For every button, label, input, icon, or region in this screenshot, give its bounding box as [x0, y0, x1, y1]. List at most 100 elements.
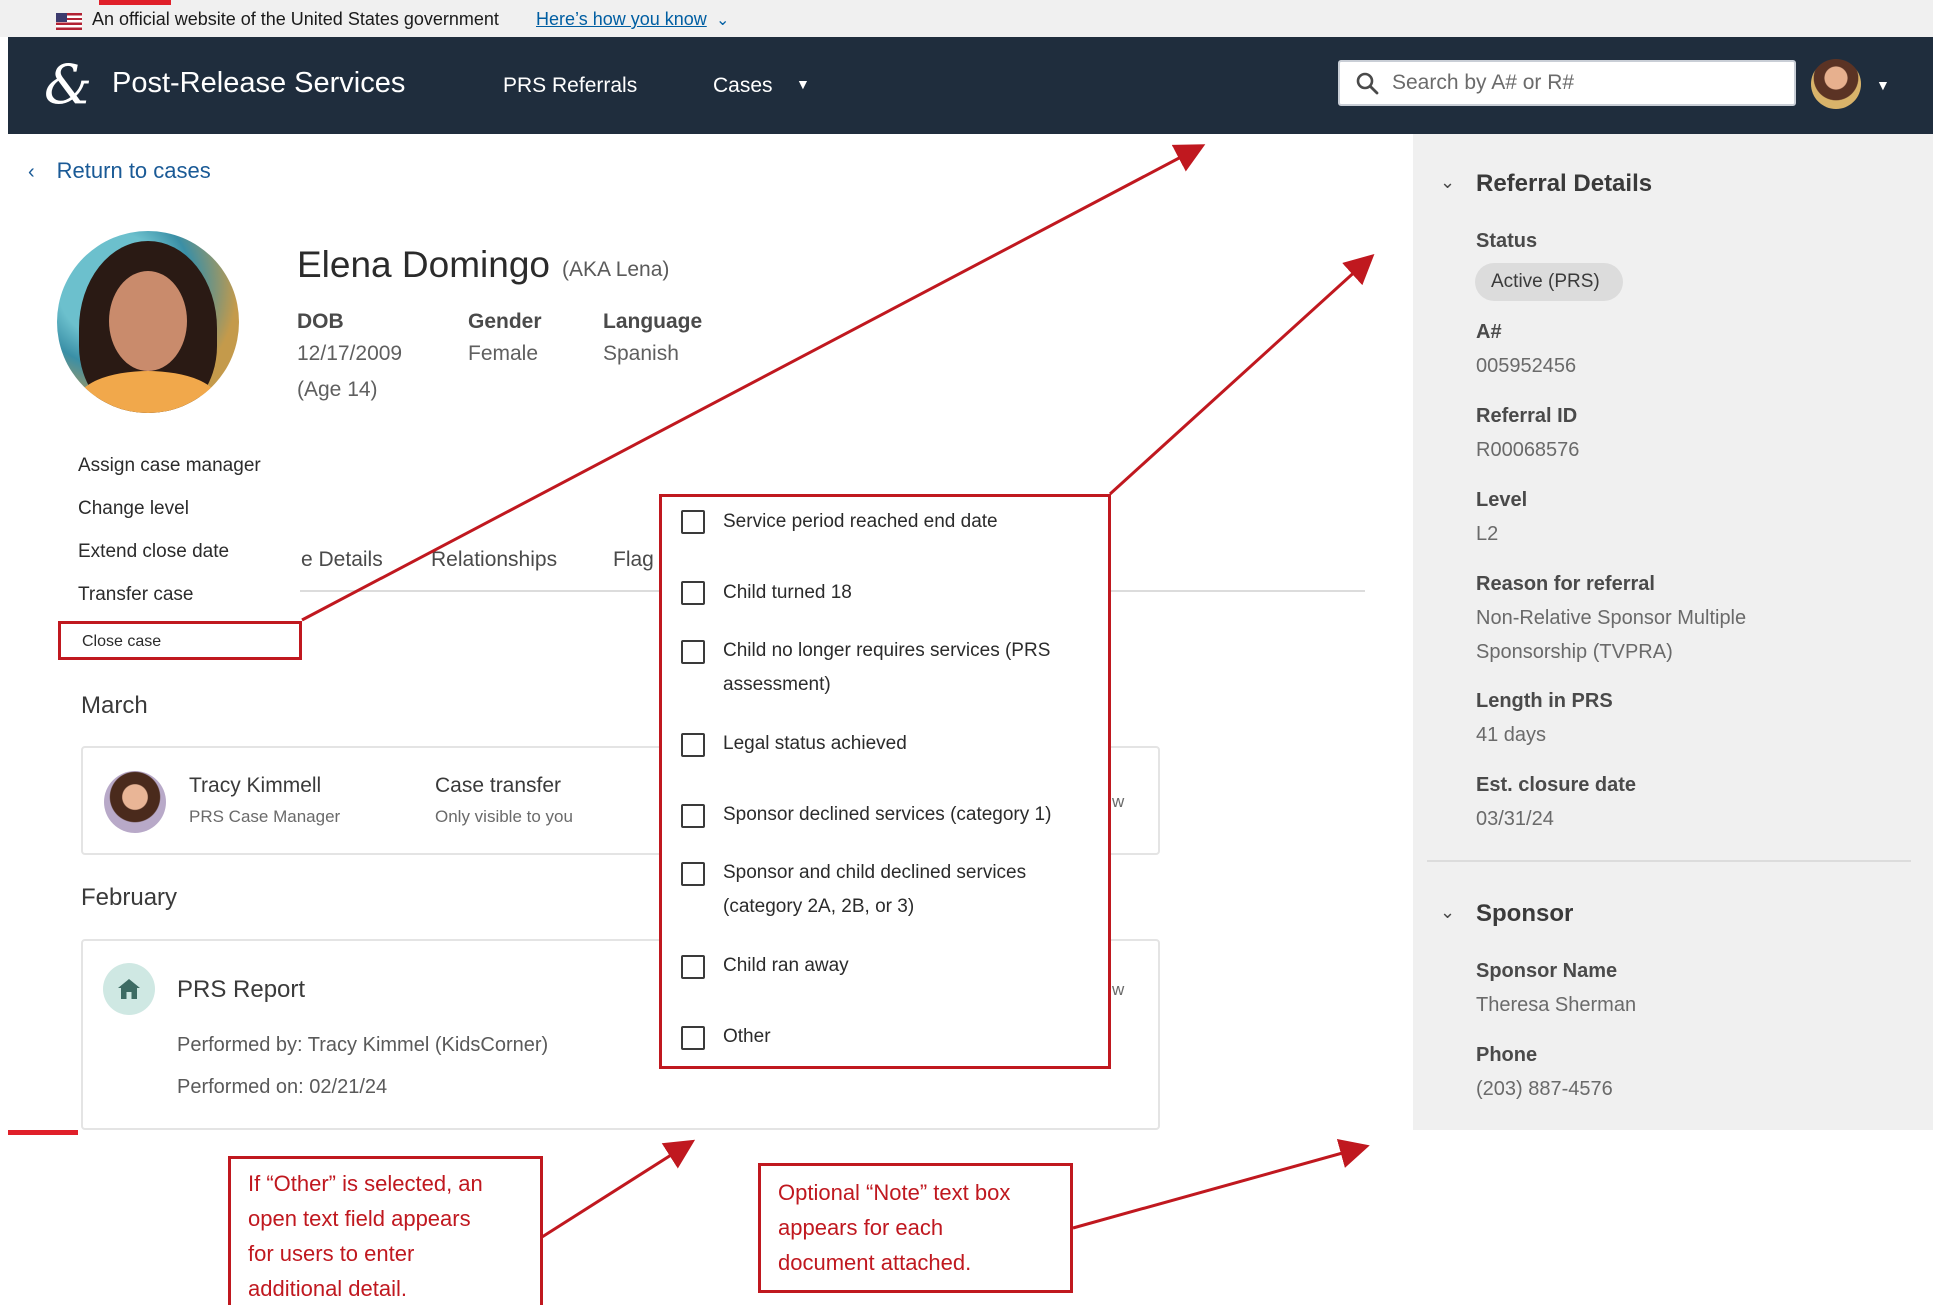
- checkbox-legal-status[interactable]: [681, 733, 705, 757]
- cases-dropdown-caret-icon[interactable]: ▼: [796, 76, 810, 92]
- user-menu-caret-icon[interactable]: ▼: [1876, 77, 1890, 93]
- report-card-partial-text: w: [1112, 980, 1125, 999]
- tab-relationships[interactable]: Relationships: [431, 548, 557, 572]
- sponsor-name-value: Theresa Sherman: [1476, 994, 1637, 1016]
- length-in-prs-value: 41 days: [1476, 724, 1547, 746]
- activity-event-title: Case transfer: [435, 774, 562, 797]
- arrow-checklist-to-sidebar: [1108, 253, 1375, 496]
- menu-transfer-case[interactable]: Transfer case: [78, 584, 193, 606]
- tab-flags[interactable]: Flag: [613, 548, 654, 572]
- referral-details-title[interactable]: Referral Details: [1476, 170, 1652, 198]
- gov-banner-text: An official website of the United States…: [92, 9, 499, 29]
- age-value: (Age 14): [297, 378, 378, 401]
- referral-details-chevron-icon[interactable]: ⌄: [1440, 172, 1455, 193]
- level-value: L2: [1476, 523, 1499, 545]
- report-performed-by: Performed by: Tracy Kimmel (KidsCorner): [177, 1034, 549, 1056]
- arrow-note-box-to-sidebar: [1072, 1138, 1370, 1230]
- annotation-other-line3: for users to enter: [248, 1241, 415, 1266]
- dob-label: DOB: [297, 310, 344, 333]
- arrow-other-note-to-checklist: [541, 1139, 696, 1239]
- return-to-cases-label: Return to cases: [56, 158, 211, 183]
- search-box[interactable]: [1338, 60, 1796, 106]
- annotation-other-line2: open text field appears: [248, 1206, 471, 1231]
- menu-change-level[interactable]: Change level: [78, 498, 189, 520]
- app-title[interactable]: Post-Release Services: [112, 67, 405, 100]
- return-to-cases-link[interactable]: ‹ Return to cases: [28, 158, 211, 184]
- annotation-note-line2: appears for each: [778, 1215, 944, 1240]
- sponsor-name-label: Sponsor Name: [1476, 960, 1618, 982]
- checkbox-sponsor-declined[interactable]: [681, 804, 705, 828]
- sponsor-title[interactable]: Sponsor: [1476, 900, 1573, 928]
- gender-value: Female: [468, 342, 539, 365]
- status-label: Status: [1476, 230, 1538, 252]
- menu-assign-case-manager[interactable]: Assign case manager: [78, 455, 261, 477]
- phone-label: Phone: [1476, 1044, 1538, 1066]
- checkbox-service-period[interactable]: [681, 510, 705, 534]
- referral-id-label: Referral ID: [1476, 405, 1578, 427]
- annotation-note-line1: Optional “Note” text box: [778, 1180, 1011, 1205]
- language-value: Spanish: [603, 342, 679, 365]
- reason-sponsor-child-declined-line2: (category 2A, 2B, or 3): [723, 896, 915, 917]
- gov-banner: An official website of the United States…: [0, 0, 1933, 37]
- report-title: PRS Report: [177, 976, 306, 1003]
- status-badge-text: Active (PRS): [1491, 271, 1600, 292]
- house-icon: [118, 979, 140, 999]
- search-input[interactable]: [1392, 62, 1782, 104]
- gender-label: Gender: [468, 310, 542, 333]
- checkbox-no-longer-requires[interactable]: [681, 640, 705, 664]
- menu-extend-close-date[interactable]: Extend close date: [78, 541, 229, 563]
- reason-value-line2: Sponsorship (TVPRA): [1476, 641, 1673, 663]
- checkbox-child-turned-18[interactable]: [681, 581, 705, 605]
- dob-value: 12/17/2009: [297, 342, 403, 365]
- chevron-down-icon[interactable]: ⌄: [716, 10, 729, 30]
- level-label: Level: [1476, 489, 1528, 511]
- reason-sponsor-child-declined: Sponsor and child declined services: [723, 862, 1027, 883]
- length-in-prs-label: Length in PRS: [1476, 690, 1613, 712]
- referral-id-value: R00068576: [1476, 439, 1580, 461]
- case-manager-avatar: [104, 771, 166, 833]
- annotation-other-line1: If “Other” is selected, an: [248, 1171, 483, 1196]
- reason-legal-status: Legal status achieved: [723, 733, 907, 754]
- reason-no-longer-requires: Child no longer requires services (PRS: [723, 640, 1051, 661]
- client-aka: (AKA Lena): [562, 258, 670, 281]
- checkbox-sponsor-child-declined[interactable]: [681, 862, 705, 886]
- a-number-label: A#: [1476, 321, 1502, 343]
- checkbox-other[interactable]: [681, 1026, 705, 1050]
- profile-photo: [57, 231, 239, 413]
- logo-icon[interactable]: &: [44, 58, 92, 112]
- reason-label: Reason for referral: [1476, 573, 1655, 595]
- reason-child-ran-away: Child ran away: [723, 955, 849, 976]
- tab-case-details[interactable]: e Details: [301, 548, 383, 572]
- annotation-marker-top: [99, 0, 171, 5]
- menu-close-case[interactable]: Close case: [82, 633, 161, 651]
- phone-value: (203) 887-4576: [1476, 1078, 1613, 1100]
- chevron-left-icon: ‹: [28, 161, 35, 183]
- month-heading-february: February: [81, 884, 178, 911]
- house-icon-badge: [103, 963, 155, 1015]
- reason-other: Other: [723, 1026, 771, 1047]
- checkbox-child-ran-away[interactable]: [681, 955, 705, 979]
- search-icon: [1356, 72, 1379, 95]
- est-closure-value: 03/31/24: [1476, 808, 1554, 830]
- sponsor-chevron-icon[interactable]: ⌄: [1440, 902, 1455, 923]
- annotation-note-line3: document attached.: [778, 1250, 972, 1275]
- app-header: & Post-Release Services PRS Referrals Ca…: [8, 37, 1933, 134]
- activity-visibility: Only visible to you: [435, 807, 573, 826]
- us-flag-icon: [56, 13, 82, 30]
- annotation-marker-bottom: [8, 1130, 78, 1135]
- est-closure-label: Est. closure date: [1476, 774, 1637, 796]
- reason-child-turned-18: Child turned 18: [723, 582, 852, 603]
- report-performed-on: Performed on: 02/21/24: [177, 1076, 388, 1098]
- heres-how-you-know-link[interactable]: Here’s how you know: [536, 9, 707, 30]
- client-name: Elena Domingo: [297, 244, 550, 285]
- nav-prs-referrals[interactable]: PRS Referrals: [503, 74, 637, 98]
- case-manager-name: Tracy Kimmell: [189, 774, 322, 797]
- user-avatar[interactable]: [1811, 59, 1861, 109]
- case-manager-role: PRS Case Manager: [189, 807, 341, 826]
- reason-no-longer-requires-line2: assessment): [723, 674, 831, 695]
- a-number-value: 005952456: [1476, 355, 1577, 377]
- annotation-other-line4: additional detail.: [248, 1276, 408, 1301]
- month-heading-march: March: [81, 692, 148, 719]
- nav-cases[interactable]: Cases: [713, 74, 773, 98]
- activity-card-partial-text: w: [1112, 792, 1125, 811]
